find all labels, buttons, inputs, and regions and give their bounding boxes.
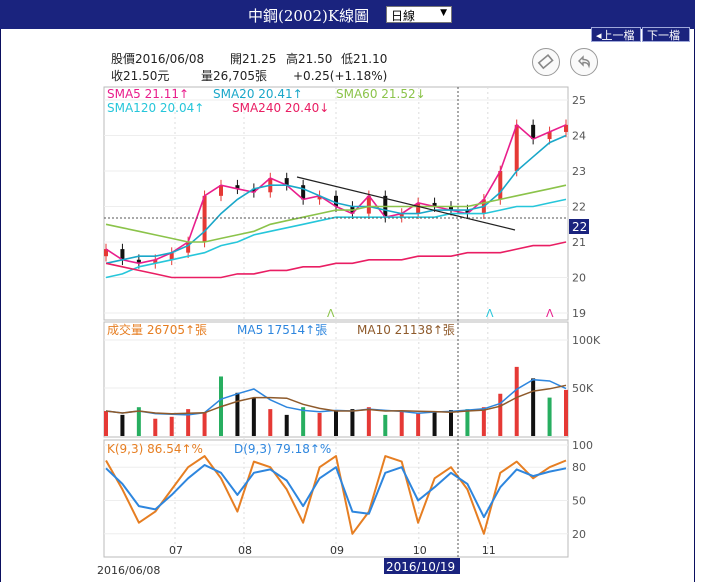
volume-bar <box>202 412 207 436</box>
kd-tick: 50 <box>572 495 586 508</box>
volume-ma-line <box>105 384 567 415</box>
legend-item: SMA60 21.52↓ <box>336 87 426 101</box>
volume-bar <box>465 409 470 436</box>
quote-date: 股價2016/06/08 <box>111 52 204 66</box>
volume-bar <box>268 409 273 436</box>
candle-body <box>202 195 207 242</box>
volume-axis: 100K 50K <box>572 334 601 395</box>
kd-tick: 80 <box>572 461 586 474</box>
quote-high: 高21.50 <box>286 51 332 66</box>
volume-bar <box>104 411 108 436</box>
quote-volume: 量26,705張 <box>201 69 267 83</box>
legend-item: D(9,3) 79.18↑% <box>234 442 331 456</box>
signal-marker: ᐱ <box>327 307 335 320</box>
volume-bar <box>531 378 536 436</box>
volume-bar <box>564 389 568 436</box>
date-tick: 10 <box>413 544 427 557</box>
legend-item: SMA240 20.40↓ <box>232 101 329 115</box>
period-select-value: 日線 <box>391 9 416 23</box>
current-price-label: 22 <box>572 220 587 234</box>
kd-legend: K(9,3) 86.54↑% D(9,3) 79.18↑% <box>107 442 331 456</box>
volume-bar <box>317 412 322 436</box>
quote-change: +0.25(+1.18%) <box>293 69 387 83</box>
legend-item: SMA5 21.11↑ <box>107 87 189 101</box>
price-legend: SMA5 21.11↑ SMA20 20.41↑ SMA60 21.52↓ SMA12… <box>107 87 426 115</box>
volume-bar <box>334 411 338 436</box>
date-tick: 09 <box>330 544 344 557</box>
quote-low: 低21.10 <box>341 52 387 66</box>
volume-bar <box>350 409 355 436</box>
volume-bar <box>449 410 453 436</box>
price-axis: 25 24 23 22 21 20 19 <box>572 94 586 320</box>
volume-bar <box>383 414 388 436</box>
volume-tick: 50K <box>572 382 594 395</box>
date-tick: 11 <box>482 544 496 557</box>
page-title: 中鋼(2002)K線圖 <box>248 7 370 25</box>
legend-item: MA10 21138↑張 <box>357 323 455 337</box>
quote-close: 收21.50元 <box>111 69 169 83</box>
crosshair-date-label: 2016/10/19 <box>386 560 455 574</box>
quote-open: 開21.25 <box>230 52 276 66</box>
volume-bar <box>251 397 256 436</box>
volume-tick: 100K <box>572 334 601 347</box>
volume-bar <box>399 412 404 436</box>
volume-bar <box>498 393 503 436</box>
prev-stock-label: 上一檔 <box>601 29 635 42</box>
price-tick: 20 <box>572 272 586 285</box>
volume-bar <box>120 414 125 436</box>
price-tick: 23 <box>572 165 586 178</box>
price-tick: 21 <box>572 236 586 249</box>
legend-item: SMA20 20.41↑ <box>213 87 303 101</box>
caret-down-icon: ▼ <box>440 8 447 18</box>
candle-body <box>498 171 503 200</box>
volume-bar <box>235 392 240 436</box>
volume-bar <box>301 407 306 436</box>
volume-bar <box>366 407 371 436</box>
date-tick: 2016/06/08 <box>97 564 160 577</box>
price-tick: 19 <box>572 307 586 320</box>
quote-info: 股價2016/06/08 開21.25 高21.50 低21.10 收21.50… <box>111 51 387 83</box>
volume-legend: 成交量 26705↑張 MA5 17514↑張 MA10 21138↑張 <box>107 322 455 337</box>
signal-marker: ᐱ <box>486 307 494 320</box>
next-stock-button[interactable]: 下一檔▸ <box>642 27 690 57</box>
date-tick: 08 <box>238 544 252 557</box>
kd-axis: 100 80 50 20 <box>572 439 593 541</box>
date-tick: 07 <box>169 544 183 557</box>
prev-stock-button[interactable]: ◂上一檔 <box>591 27 641 42</box>
price-tick: 22 <box>572 201 586 214</box>
candle-body <box>514 124 519 171</box>
next-stock-label: 下一檔 <box>647 29 680 42</box>
volume-bar <box>432 411 437 436</box>
price-tick: 24 <box>572 130 586 143</box>
legend-item: MA5 17514↑張 <box>237 323 327 337</box>
kd-tick: 100 <box>572 439 593 452</box>
price-tick: 25 <box>572 94 586 107</box>
legend-item: K(9,3) 86.54↑% <box>107 442 203 456</box>
kd-tick: 20 <box>572 528 586 541</box>
volume-bar <box>284 414 289 436</box>
period-select[interactable]: 日線 ▼ <box>386 6 452 23</box>
volume-bar <box>514 366 519 436</box>
legend-item: SMA120 20.04↑ <box>107 101 204 115</box>
volume-bar <box>169 416 174 436</box>
legend-item: 成交量 26705↑張 <box>107 322 207 337</box>
volume-bar <box>153 418 158 436</box>
volume-bar <box>481 407 486 436</box>
volume-bar <box>547 397 552 436</box>
volume-bar <box>416 412 421 436</box>
signal-marker: ᐱ <box>546 307 554 320</box>
title-bar: 中鋼(2002)K線圖 日線 ▼ <box>0 0 695 29</box>
stock-chart[interactable]: 股價2016/06/08 開21.25 高21.50 低21.10 收21.50… <box>0 44 695 582</box>
